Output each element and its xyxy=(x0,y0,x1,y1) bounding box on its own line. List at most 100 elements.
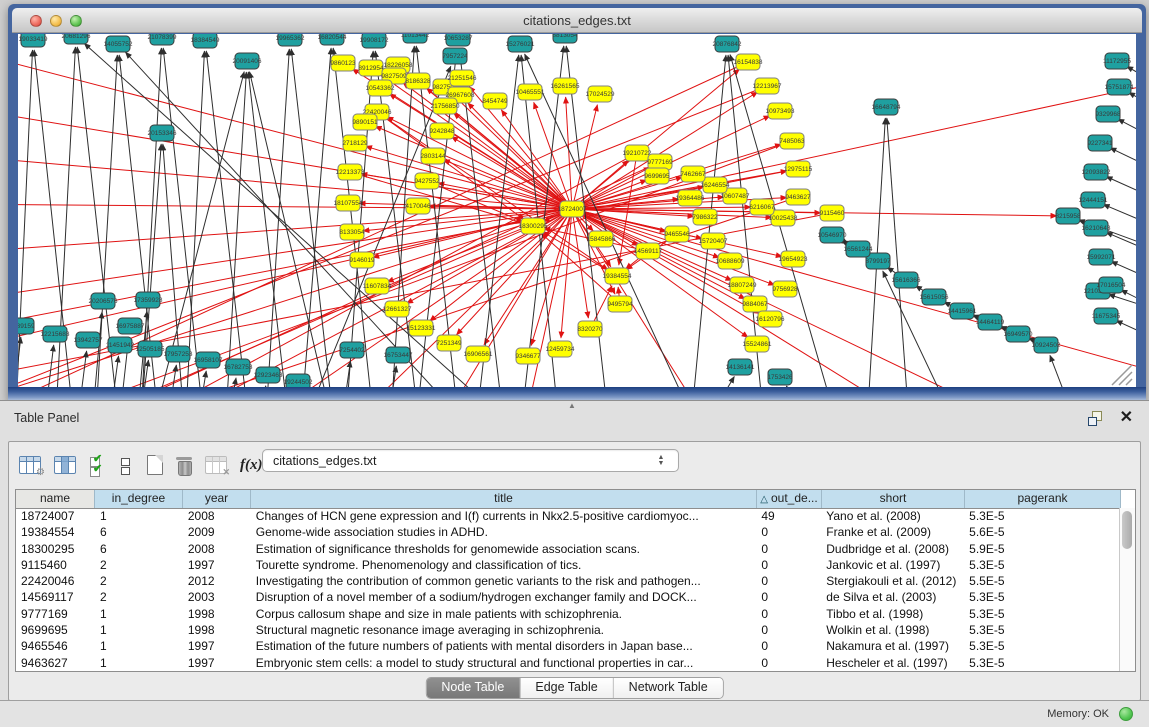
graph-edge[interactable] xyxy=(1129,92,1136,124)
graph-edge[interactable] xyxy=(700,376,734,387)
graph-node-label: 16210643 xyxy=(1082,225,1111,232)
table-row[interactable]: 946362711997Embryonic stem cells: a mode… xyxy=(16,655,1120,671)
table-row[interactable]: 2242004622012Investigating the contribut… xyxy=(16,573,1120,589)
graph-edge[interactable] xyxy=(196,371,206,387)
column-header-title[interactable]: title xyxy=(251,490,757,508)
graph-node-label: 10973493 xyxy=(766,108,795,115)
column-header-short[interactable]: short xyxy=(822,490,965,508)
graph-edge[interactable] xyxy=(566,97,572,209)
resize-grip-icon[interactable] xyxy=(1112,365,1132,385)
graph-edge[interactable] xyxy=(300,48,331,387)
graph-node-label: 7986322 xyxy=(692,214,718,221)
graph-node-label: 16753447 xyxy=(384,352,413,359)
graph-edge[interactable] xyxy=(43,345,54,387)
graph-node-label: 9346677 xyxy=(515,353,541,360)
graph-edge[interactable] xyxy=(572,209,748,338)
network-graph-svg[interactable]: 1872400798601238912954182260589827509105… xyxy=(18,34,1136,387)
table-row[interactable]: 946554611997Estimation of the future num… xyxy=(16,638,1120,654)
table-row[interactable]: 911546021997Tourette syndrome. Phenomeno… xyxy=(16,557,1120,573)
table-row[interactable]: 1830029562008Estimation of significance … xyxy=(16,541,1120,557)
column-header-name[interactable]: name xyxy=(16,490,95,508)
network-canvas[interactable]: 1872400798601238912954182260589827509105… xyxy=(18,34,1136,387)
table-sub-panel: ⚙ ✔ ✔ xyxy=(8,441,1141,701)
graph-edge[interactable] xyxy=(1110,148,1136,184)
table-scrollbar[interactable] xyxy=(1119,508,1135,671)
memory-ok-icon[interactable] xyxy=(1119,707,1133,721)
graph-edge[interactable] xyxy=(18,44,572,209)
graph-node-label: 16561244 xyxy=(844,246,873,253)
function-builder-icon[interactable]: f(x) xyxy=(240,449,263,481)
graph-node-label: 14136141 xyxy=(726,364,755,371)
table-cell: 1997 xyxy=(183,655,251,671)
table-cell: 0 xyxy=(756,655,821,671)
select-all-icon[interactable]: ✔ ✔ xyxy=(89,449,105,481)
table-cell: 1997 xyxy=(183,557,251,573)
graph-edge[interactable] xyxy=(18,50,32,387)
table-cell: 19384554 xyxy=(16,524,95,540)
graph-node-label: 7251349 xyxy=(436,340,462,347)
graph-edge[interactable] xyxy=(1118,119,1136,154)
graph-edge[interactable] xyxy=(333,48,375,387)
tab-node-table[interactable]: Node Table xyxy=(426,678,520,698)
graph-edge[interactable] xyxy=(163,48,205,387)
column-header-out_de[interactable]: △out_de... xyxy=(757,490,822,508)
graph-node-label: 19364486 xyxy=(676,195,705,202)
graph-edge[interactable] xyxy=(386,366,396,387)
grid-glyph: ⚙ xyxy=(19,456,41,474)
table-cell: Stergiakouli et al. (2012) xyxy=(821,573,964,589)
table-cell: 22420046 xyxy=(16,573,95,589)
table-scrollbar-thumb[interactable] xyxy=(1122,511,1132,549)
column-header-in_degree[interactable]: in_degree xyxy=(95,490,183,508)
delete-table-icon[interactable]: ✕ xyxy=(205,449,227,481)
graph-edge[interactable] xyxy=(572,74,1136,209)
table-cell: de Silva et al. (2003) xyxy=(821,589,964,605)
close-panel-icon[interactable]: ✕ xyxy=(1120,407,1133,427)
table-panel: ▲ Table Panel ✕ ⚙ ✔ ✔ xyxy=(0,400,1149,727)
table-body[interactable]: 1872400712008Changes of HCN gene express… xyxy=(16,508,1120,671)
graph-edge[interactable] xyxy=(572,105,597,209)
graph-node-label: 7957224 xyxy=(442,53,468,60)
graph-node-label: 21756850 xyxy=(431,103,460,110)
graph-node-label: 21078399 xyxy=(148,34,177,41)
graph-edge[interactable] xyxy=(1121,290,1136,322)
graph-edge[interactable] xyxy=(1050,355,1080,387)
table-cell: 1998 xyxy=(183,622,251,638)
graph-edge[interactable] xyxy=(206,51,250,387)
network-view-window[interactable]: citations_edges.txt 18724007986012389129… xyxy=(8,4,1146,400)
table-row[interactable]: 1872400712008Changes of HCN gene express… xyxy=(16,508,1120,524)
graph-node-label: 14464119 xyxy=(976,319,1005,326)
graph-node-label: 19908172 xyxy=(360,37,389,44)
table-select-dropdown[interactable]: citations_edges.txt ▲▼ xyxy=(262,449,679,472)
window-titlebar[interactable]: citations_edges.txt xyxy=(12,8,1142,33)
graph-edge[interactable] xyxy=(18,209,572,254)
toggle-columns-icon[interactable] xyxy=(54,449,76,481)
column-header-year[interactable]: year xyxy=(183,490,251,508)
table-row[interactable]: 977716911998Corpus callosum shape and si… xyxy=(16,606,1120,622)
table-row[interactable]: 969969511998Structural magnetic resonanc… xyxy=(16,622,1120,638)
table-cell: 9465546 xyxy=(16,638,95,654)
tab-edge-table[interactable]: Edge Table xyxy=(520,678,613,698)
float-panel-icon[interactable] xyxy=(1087,410,1103,426)
graph-node-label: 16648794 xyxy=(872,104,901,111)
table-row[interactable]: 1456911722003Disruption of a novel membe… xyxy=(16,589,1120,605)
graph-node-label: 10025438 xyxy=(769,215,798,222)
graph-edge[interactable] xyxy=(883,271,960,387)
delete-entries-icon[interactable] xyxy=(176,449,192,481)
tab-network-table[interactable]: Network Table xyxy=(614,678,723,698)
table-cell: Genome-wide association studies in ADHD. xyxy=(251,524,757,540)
table-cell: 5.9E-5 xyxy=(964,541,1120,557)
graph-edge[interactable] xyxy=(887,118,908,387)
graph-edge[interactable] xyxy=(1106,177,1136,212)
graph-edge[interactable] xyxy=(1116,321,1136,352)
graph-edge[interactable] xyxy=(345,51,373,387)
table-settings-icon[interactable]: ⚙ xyxy=(19,449,41,481)
table-cell: 5.3E-5 xyxy=(964,589,1120,605)
table-row[interactable]: 1938455462009Genome-wide association stu… xyxy=(16,524,1120,540)
graph-node-label: 9860123 xyxy=(330,60,356,67)
new-table-icon[interactable] xyxy=(147,449,163,481)
clear-selection-icon[interactable] xyxy=(118,449,134,481)
panel-collapse-handle-icon[interactable]: ▲ xyxy=(568,401,576,410)
column-header-pagerank[interactable]: pagerank xyxy=(965,490,1121,508)
memory-status-label: Memory: OK xyxy=(1047,708,1109,720)
table-cell: 6 xyxy=(95,541,183,557)
